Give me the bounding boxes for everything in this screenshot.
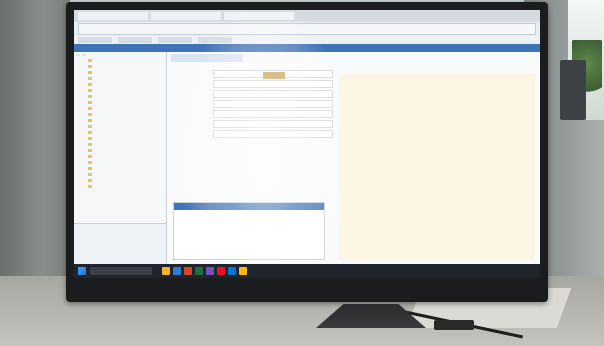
bookmark-item[interactable] <box>158 37 192 43</box>
form-row <box>173 100 333 108</box>
sidebar <box>74 52 167 264</box>
taskbar-icons <box>162 267 247 275</box>
bookmarks-bar <box>74 36 540 44</box>
folder-icon <box>88 95 92 98</box>
form <box>173 70 333 140</box>
browser-tab[interactable] <box>224 12 294 20</box>
folder-icon <box>88 143 92 146</box>
folder-icon <box>88 77 92 80</box>
form-field[interactable] <box>213 80 333 88</box>
bookmark-item[interactable] <box>118 37 152 43</box>
form-field[interactable] <box>213 120 333 128</box>
folder-icon <box>88 125 92 128</box>
bookmark-item[interactable] <box>78 37 112 43</box>
folder-icon <box>88 179 92 182</box>
form-field[interactable] <box>213 130 333 138</box>
form-row <box>173 80 333 88</box>
form-field[interactable] <box>213 100 333 108</box>
tree-item[interactable] <box>88 184 166 190</box>
form-field[interactable] <box>213 110 333 118</box>
bookmark-item[interactable] <box>198 37 232 43</box>
folder-tree <box>74 58 166 190</box>
folder-icon <box>88 173 92 176</box>
monitor-screen <box>74 10 540 278</box>
app-icon[interactable] <box>184 267 192 275</box>
browser-icon[interactable] <box>173 267 181 275</box>
action-button[interactable] <box>263 72 285 79</box>
folder-icon <box>88 107 92 110</box>
browser-tabbar <box>74 10 540 22</box>
form-row <box>173 110 333 118</box>
app-icon[interactable] <box>228 267 236 275</box>
app-content <box>74 52 540 264</box>
monitor <box>66 2 548 328</box>
details-header <box>174 203 324 210</box>
folder-icon <box>88 89 92 92</box>
sidebar-tab[interactable] <box>76 54 80 56</box>
form-label <box>173 90 213 98</box>
folder-icon <box>88 131 92 134</box>
taskbar <box>74 264 540 278</box>
form-row <box>173 70 333 78</box>
form-label <box>173 100 213 108</box>
form-label <box>173 120 213 128</box>
form-row <box>173 120 333 128</box>
form-row <box>173 90 333 98</box>
folder-icon <box>88 101 92 104</box>
tab-main[interactable] <box>171 54 243 62</box>
folder-icon <box>88 65 92 68</box>
app-icon[interactable] <box>239 267 247 275</box>
folder-icon <box>88 71 92 74</box>
main-panel <box>167 52 540 264</box>
browser-tab[interactable] <box>151 12 221 20</box>
folder-icon <box>88 149 92 152</box>
app-icon[interactable] <box>217 267 225 275</box>
form-label <box>173 70 213 78</box>
folder-icon <box>88 83 92 86</box>
folder-icon <box>88 59 92 62</box>
folder-icon <box>88 155 92 158</box>
details-row <box>174 240 324 246</box>
form-label <box>173 130 213 138</box>
details-panel <box>173 202 325 260</box>
taskbar-search[interactable] <box>90 267 152 275</box>
folder-icon <box>88 137 92 140</box>
device <box>434 320 474 330</box>
start-icon[interactable] <box>78 267 86 275</box>
sidebar-bottom-panel <box>74 223 166 264</box>
browser-tab[interactable] <box>78 12 148 20</box>
form-label <box>173 80 213 88</box>
preview-pane <box>339 74 535 260</box>
folder-icon <box>88 119 92 122</box>
app-icon[interactable] <box>206 267 214 275</box>
app-icon[interactable] <box>195 267 203 275</box>
speaker <box>560 60 586 120</box>
folder-icon <box>88 185 92 188</box>
form-field[interactable] <box>213 90 333 98</box>
sidebar-bottom-row[interactable] <box>74 236 166 242</box>
address-bar[interactable] <box>78 23 536 35</box>
folder-icon <box>88 167 92 170</box>
folder-icon[interactable] <box>162 267 170 275</box>
form-row <box>173 130 333 138</box>
folder-icon <box>88 161 92 164</box>
sidebar-tab[interactable] <box>82 54 86 56</box>
form-label <box>173 110 213 118</box>
folder-icon <box>88 113 92 116</box>
right-toolbar[interactable] <box>384 54 534 62</box>
